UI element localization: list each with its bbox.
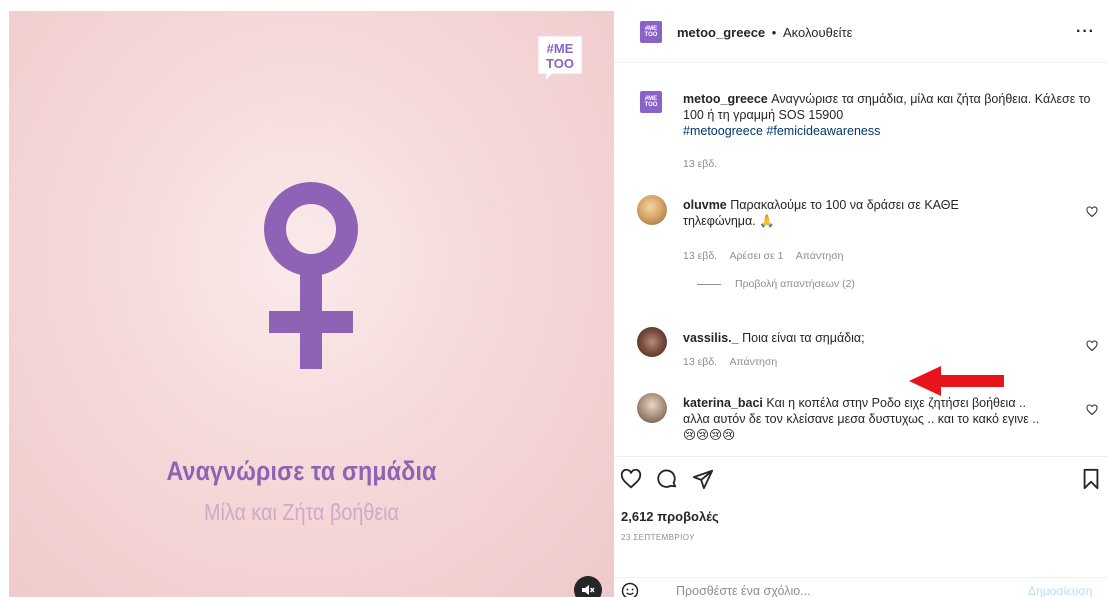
post-actions: 2,612 προβολές 23 ΣΕΠΤΕΜΒΡΙΟΥ xyxy=(614,456,1108,576)
author-username[interactable]: metoo_greece xyxy=(677,25,765,40)
comments-list[interactable]: #ME TOO metoo_greece Αναγνώρισε τα σημάδι… xyxy=(614,64,1108,456)
mute-button[interactable] xyxy=(574,576,602,597)
media-title: Αναγνώρισε τα σημάδια xyxy=(166,456,437,486)
view-replies-label: Προβολή απαντήσεων (2) xyxy=(735,278,855,290)
like-heart-icon[interactable] xyxy=(620,468,642,490)
save-bookmark-icon[interactable] xyxy=(1080,468,1102,490)
post-date[interactable]: 23 ΣΕΠΤΕΜΒΡΙΟΥ xyxy=(621,533,695,542)
comment-meta: 13 εβδ. Αρέσει σε 1 Απάντηση xyxy=(683,250,854,262)
commenter-avatar[interactable] xyxy=(637,195,667,225)
header-text: metoo_greece • Ακολουθείτε xyxy=(677,25,852,40)
reply-button[interactable]: Απάντηση xyxy=(729,356,777,368)
caption-meta: 13 εβδ. xyxy=(683,158,727,170)
comment-text: vassilis._ Ποια είναι τα σημάδια; xyxy=(683,330,923,346)
views-count[interactable]: 2,612 προβολές xyxy=(621,509,719,524)
comment-username[interactable]: oluvme xyxy=(683,198,727,212)
red-arrow-annotation xyxy=(909,366,1004,396)
comment-username[interactable]: vassilis._ xyxy=(683,331,739,345)
like-comment-heart-icon[interactable] xyxy=(1086,206,1098,218)
caption-avatar[interactable]: #ME TOO xyxy=(640,91,662,113)
female-symbol-icon xyxy=(264,182,358,369)
caption-text: metoo_greece Αναγνώρισε τα σημάδια, μίλα… xyxy=(683,91,1103,139)
more-options-button[interactable]: ··· xyxy=(1076,23,1095,41)
caption-username[interactable]: metoo_greece xyxy=(683,92,768,106)
post-header: #ME TOO metoo_greece • Ακολουθείτε ··· xyxy=(614,11,1108,63)
comment-time[interactable]: 13 εβδ. xyxy=(683,356,717,368)
comment-time[interactable]: 13 εβδ. xyxy=(683,250,717,262)
like-comment-heart-icon[interactable] xyxy=(1086,404,1098,416)
comment-likes[interactable]: Αρέσει σε 1 xyxy=(729,250,783,262)
comment-input[interactable] xyxy=(676,582,1006,597)
commenter-avatar[interactable] xyxy=(637,393,667,423)
follow-status[interactable]: Ακολουθείτε xyxy=(783,25,852,40)
comment-bubble-icon[interactable] xyxy=(656,468,678,490)
hashtag-link[interactable]: #metoogreece xyxy=(683,124,763,138)
muted-speaker-icon xyxy=(582,585,595,595)
hashtag-link[interactable]: #femicideawareness xyxy=(766,124,880,138)
comment-text: oluvme Παρακαλούμε το 100 να δράσει σε Κ… xyxy=(683,197,1033,229)
reply-button[interactable]: Απάντηση xyxy=(796,250,844,262)
post-media[interactable]: #ME TOO Αναγνώρισε τα σημάδια Μίλα και Ζ… xyxy=(9,11,614,597)
logo-text-top: #ME xyxy=(547,41,574,56)
header-separator: • xyxy=(771,25,777,40)
caption-time[interactable]: 13 εβδ. xyxy=(683,158,717,170)
add-comment-bar: Δημοσίευση xyxy=(614,577,1108,597)
divider-line xyxy=(697,283,721,285)
comment-username[interactable]: katerina_baci xyxy=(683,396,763,410)
view-replies-button[interactable]: Προβολή απαντήσεων (2) xyxy=(683,278,855,290)
comment-meta: 13 εβδ. Απάντηση xyxy=(683,356,787,368)
share-paper-plane-icon[interactable] xyxy=(692,468,714,490)
author-avatar[interactable]: #ME TOO xyxy=(640,21,662,43)
metoo-logo: #ME TOO xyxy=(537,35,583,83)
comment-text: katerina_baci Και η κοπέλα στην Ροδο ειχ… xyxy=(683,395,1043,443)
post-comment-button[interactable]: Δημοσίευση xyxy=(1028,584,1092,597)
media-subtitle: Μίλα και Ζήτα βοήθεια xyxy=(204,499,399,525)
emoji-smiley-icon[interactable] xyxy=(621,582,639,597)
logo-text-bottom: TOO xyxy=(546,56,574,71)
post-sidebar: #ME TOO metoo_greece • Ακολουθείτε ··· #M… xyxy=(614,11,1108,597)
commenter-avatar[interactable] xyxy=(637,327,667,357)
comment-body: Ποια είναι τα σημάδια; xyxy=(742,331,865,345)
like-comment-heart-icon[interactable] xyxy=(1086,340,1098,352)
